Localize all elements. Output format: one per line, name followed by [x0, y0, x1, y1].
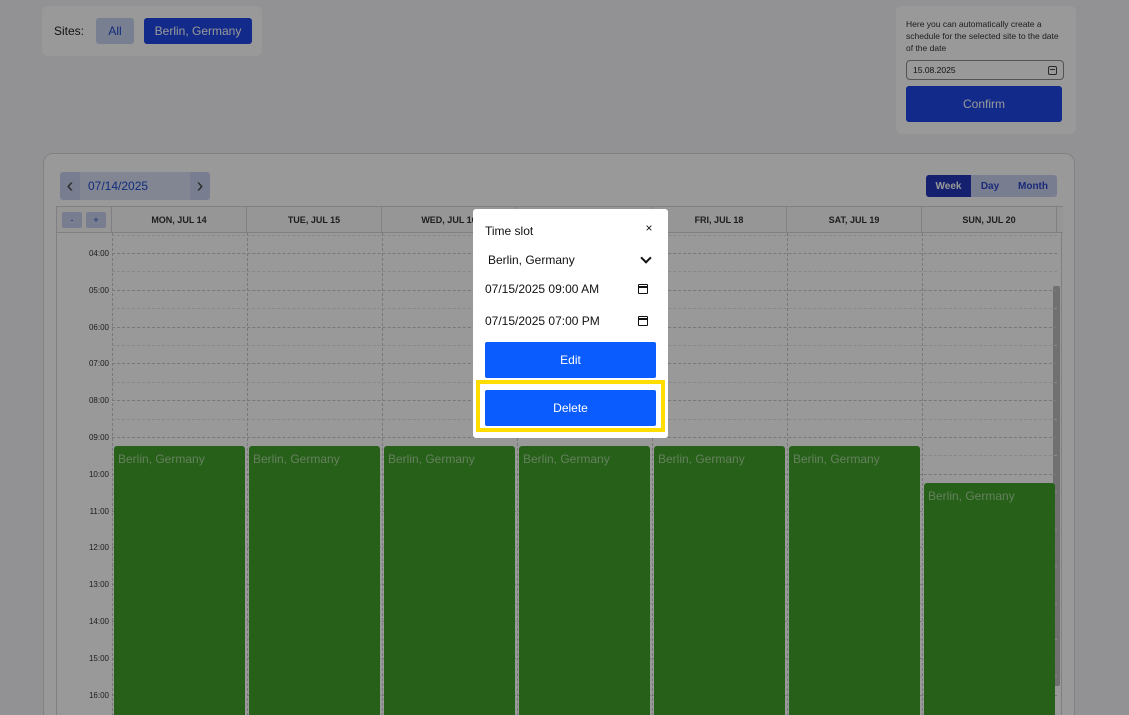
site-select[interactable]: Berlin, Germany [485, 249, 656, 271]
site-select-value: Berlin, Germany [488, 253, 575, 267]
end-datetime-input[interactable]: 07/15/2025 07:00 PM [485, 310, 656, 332]
start-datetime-input[interactable]: 07/15/2025 09:00 AM [485, 278, 656, 300]
calendar-icon[interactable] [638, 284, 648, 294]
edit-button[interactable]: Edit [485, 342, 656, 378]
start-datetime-value: 07/15/2025 09:00 AM [485, 282, 600, 296]
end-datetime-value: 07/15/2025 07:00 PM [485, 314, 600, 328]
chevron-down-icon[interactable] [640, 252, 652, 264]
delete-highlight-frame [476, 380, 665, 432]
dialog-title: Time slot [485, 224, 534, 238]
calendar-icon[interactable] [638, 316, 648, 326]
close-icon[interactable]: × [642, 221, 656, 235]
